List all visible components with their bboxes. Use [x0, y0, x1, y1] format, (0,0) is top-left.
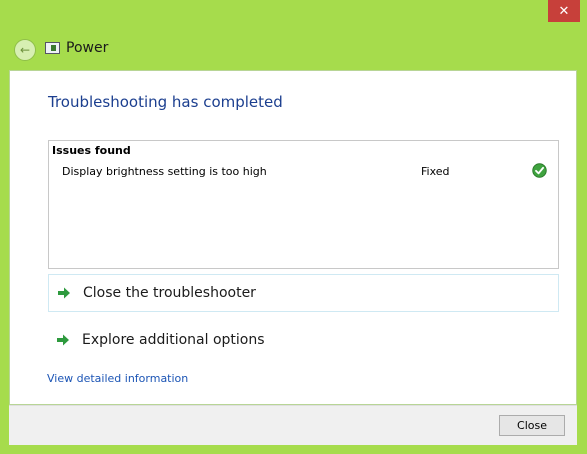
window-close-button[interactable]: ✕ [548, 0, 580, 22]
issue-status: Fixed [421, 165, 450, 178]
window-title: Power [66, 40, 109, 56]
footer-bar: Close [9, 405, 577, 445]
close-icon: ✕ [558, 3, 570, 19]
issues-header: Issues found [52, 144, 131, 157]
close-troubleshooter-option[interactable]: Close the troubleshooter [48, 274, 559, 312]
power-app-icon [45, 42, 60, 54]
view-details-link[interactable]: View detailed information [47, 372, 188, 385]
explore-options-option[interactable]: Explore additional options [48, 321, 559, 359]
issues-list: Issues found Display brightness setting … [48, 140, 559, 269]
explore-options-label: Explore additional options [82, 332, 265, 348]
close-button[interactable]: Close [499, 415, 565, 436]
page-title: Troubleshooting has completed [48, 93, 283, 111]
back-arrow-icon: ← [19, 43, 31, 57]
check-icon [532, 163, 547, 178]
green-arrow-icon [58, 287, 70, 299]
issue-name: Display brightness setting is too high [62, 165, 267, 178]
content-panel: Troubleshooting has completed Issues fou… [9, 70, 577, 405]
back-button[interactable]: ← [14, 39, 36, 61]
green-arrow-icon [57, 334, 69, 346]
troubleshooter-window: ✕ ← Power Troubleshooting has completed … [0, 0, 587, 454]
close-troubleshooter-label: Close the troubleshooter [83, 285, 256, 301]
title-bar: ← Power [0, 30, 587, 70]
